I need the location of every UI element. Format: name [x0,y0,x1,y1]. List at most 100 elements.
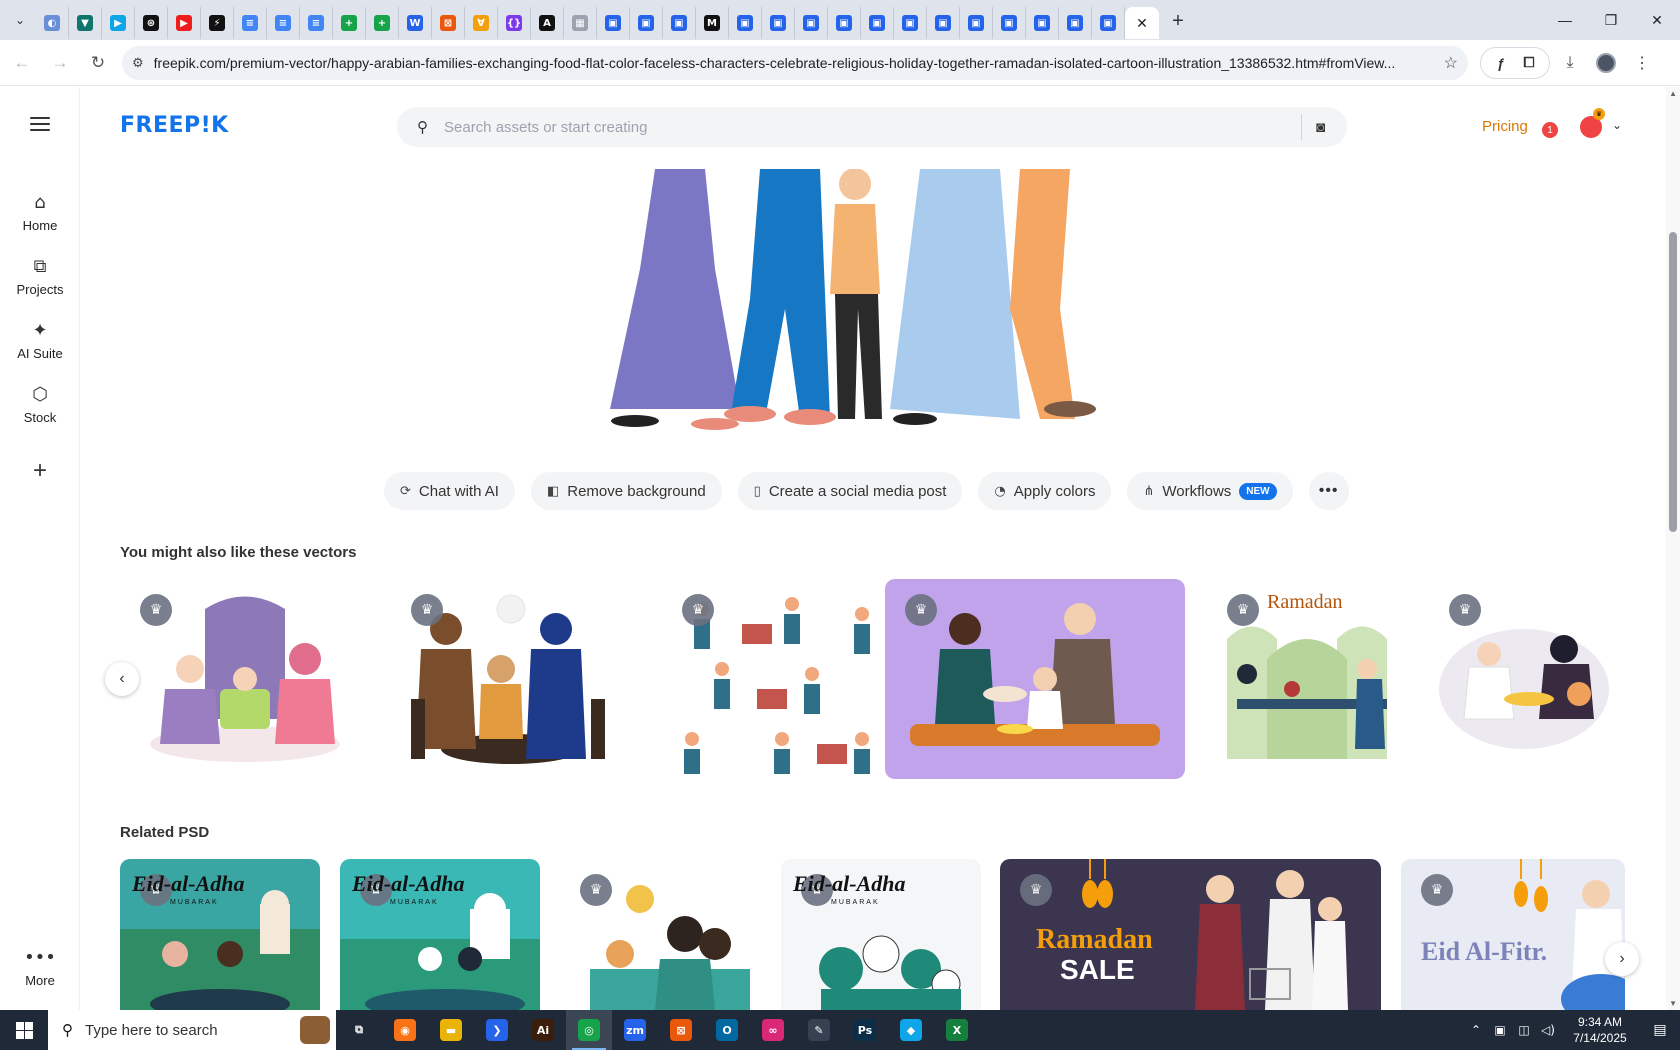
browser-tab[interactable]: ▣ [729,7,762,39]
vector-card[interactable]: ♛ [391,579,641,779]
taskbar-search[interactable]: ⚲ [48,1010,336,1050]
browser-tab[interactable]: ▦ [564,7,597,39]
browser-tab[interactable]: ∀ [465,7,498,39]
browser-tab[interactable]: ▣ [828,7,861,39]
close-tab-icon[interactable]: ✕ [1136,15,1148,32]
browser-menu-icon[interactable]: ⋮ [1626,47,1658,79]
taskbar-app[interactable]: X [934,1010,980,1050]
psd-card[interactable]: ♛ Eid Al-Fitr. [1401,859,1625,1010]
apply-colors-button[interactable]: ◔ Apply colors [978,472,1112,510]
taskbar-app[interactable]: ❯ [474,1010,520,1050]
scroll-up-arrow-icon[interactable]: ▲ [1669,89,1677,98]
psd-card[interactable]: ♛ Eid-al-Adha MUBARAK [120,859,320,1010]
sidebar-item-ai-suite[interactable]: ✦ AI Suite [0,320,80,361]
taskbar-app[interactable]: ⧉ [336,1010,382,1050]
site-info-icon[interactable]: ⚙ [132,55,144,71]
search-bar[interactable]: ⚲ ◙ [397,107,1347,147]
remove-background-button[interactable]: ◧ Remove background [530,472,722,510]
browser-tab[interactable]: ▣ [762,7,795,39]
browser-tab[interactable]: {} [498,7,531,39]
taskbar-search-input[interactable] [85,1021,275,1039]
browser-tab[interactable]: ▣ [894,7,927,39]
taskbar-app[interactable]: ◉ [382,1010,428,1050]
chevron-down-icon[interactable]: ⌄ [1612,118,1622,132]
add-button[interactable]: + [20,451,60,491]
tab-search-icon[interactable]: ⌄ [8,8,32,32]
browser-tab[interactable]: ▣ [1026,7,1059,39]
back-button[interactable]: ← [6,47,38,79]
taskbar-app[interactable]: O [704,1010,750,1050]
workflows-button[interactable]: ⋔ Workflows NEW [1127,472,1293,510]
taskbar-app[interactable]: ▬ [428,1010,474,1050]
download-icon[interactable]: ⤓ [1554,47,1586,79]
psd-card[interactable]: ♛ [560,859,760,1010]
more-tools-button[interactable]: ••• [1308,472,1349,510]
sidebar-item-projects[interactable]: ⧉ Projects [0,256,80,297]
hamburger-menu-icon[interactable] [30,117,50,131]
chat-with-ai-button[interactable]: ⟳ Chat with AI [384,472,515,510]
browser-tab[interactable]: ▼ [69,7,102,39]
taskbar-app[interactable]: ✎ [796,1010,842,1050]
browser-tab[interactable]: ⊠ [432,7,465,39]
freepik-logo[interactable]: FREEP!K [120,113,229,138]
volume-icon[interactable]: ◁) [1536,1023,1560,1037]
taskbar-app[interactable]: ◎ [566,1010,612,1050]
page-scrollbar[interactable]: ▲ ▼ [1666,87,1680,1010]
browser-tab[interactable]: A [531,7,564,39]
url-text[interactable]: freepik.com/premium-vector/happy-arabian… [154,55,1436,71]
vector-card[interactable]: ♛ [885,579,1185,779]
puzzle-extensions-icon[interactable]: ⧠ [1515,49,1543,77]
font-extension-icon[interactable]: ƒ [1487,49,1515,77]
browser-tab[interactable]: ▣ [861,7,894,39]
browser-tab[interactable]: ▣ [1092,7,1125,39]
psd-card[interactable]: ♛ Eid-al-Adha MUBARAK [340,859,540,1010]
social-media-post-button[interactable]: ▯ Create a social media post [737,472,963,510]
browser-tab[interactable]: ▣ [630,7,663,39]
browser-tab[interactable]: ≡ [300,7,333,39]
vector-card[interactable]: ♛ Ramadan [1207,579,1407,779]
vector-card[interactable]: ♛ [662,579,912,779]
taskbar-app[interactable]: Ai [520,1010,566,1050]
search-input[interactable] [444,118,1287,136]
psd-card[interactable]: ♛ Ramadan SALE [1000,859,1381,1010]
taskbar-app[interactable]: ⊠ [658,1010,704,1050]
browser-tab[interactable]: W [399,7,432,39]
vector-card[interactable]: ♛ [120,579,370,779]
browser-tab[interactable]: ▣ [993,7,1026,39]
minimize-button[interactable]: — [1542,0,1588,40]
sidebar-item-home[interactable]: ⌂ Home [0,192,80,233]
browser-tab[interactable]: ≡ [267,7,300,39]
notification-count-badge[interactable]: 1 [1542,122,1558,138]
sidebar-item-more[interactable]: ••• More [0,947,80,988]
browser-tab[interactable]: ▶ [168,7,201,39]
browser-tab[interactable]: ⚡ [201,7,234,39]
browser-tab[interactable]: + [333,7,366,39]
show-hidden-icons-icon[interactable]: ⌃ [1464,1023,1488,1037]
reload-button[interactable]: ↻ [82,47,114,79]
taskbar-app[interactable]: ∞ [750,1010,796,1050]
start-button[interactable] [0,1010,48,1050]
restore-button[interactable]: ❐ [1588,0,1634,40]
carousel-next-button[interactable]: › [1605,942,1639,976]
browser-tab[interactable]: ⊛ [135,7,168,39]
forward-button[interactable]: → [44,47,76,79]
tab-active[interactable]: ✕ [1125,7,1159,39]
scroll-down-arrow-icon[interactable]: ▼ [1669,999,1677,1008]
browser-tab[interactable]: ▣ [1059,7,1092,39]
taskbar-app[interactable]: Ps [842,1010,888,1050]
network-status-icon[interactable]: ▣ [1488,1023,1512,1037]
taskbar-app[interactable]: ◆ [888,1010,934,1050]
browser-tab[interactable]: M [696,7,729,39]
carousel-prev-button[interactable]: ‹ [105,662,139,696]
browser-tab[interactable]: ◐ [36,7,69,39]
profile-avatar[interactable] [1590,47,1622,79]
system-clock[interactable]: 9:34 AM 7/14/2025 [1560,1014,1640,1046]
psd-card[interactable]: ♛ Eid-al-Adha MUBARAK [781,859,981,1010]
wifi-icon[interactable]: ◫ [1512,1023,1536,1037]
vector-card[interactable]: ♛ [1429,579,1619,779]
scrollbar-thumb[interactable] [1669,232,1677,532]
browser-tab[interactable]: + [366,7,399,39]
notifications-icon[interactable]: ▤ [1640,1022,1680,1038]
address-bar[interactable]: ⚙ freepik.com/premium-vector/happy-arabi… [122,45,1468,80]
browser-tab[interactable]: ▣ [927,7,960,39]
